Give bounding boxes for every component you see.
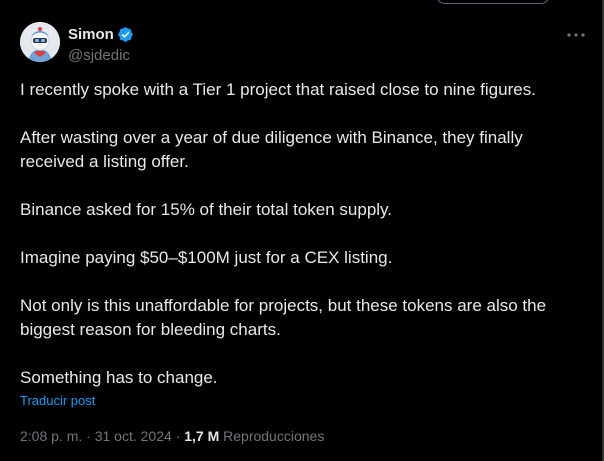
tweet: Simon @sjdedic I recently spoke with a T… [0,0,602,461]
post-date[interactable]: 31 oct. 2024 [95,428,172,444]
translate-post-link[interactable]: Traducir post [20,393,95,409]
meta-separator: · [86,428,91,444]
tweet-paragraph: Imagine paying $50–$100M just for a CEX … [20,248,393,267]
display-name[interactable]: Simon [68,25,114,44]
name-row: Simon [68,25,134,44]
meta-separator: · [175,428,181,444]
tweet-paragraph: Binance asked for 15% of their total tok… [20,200,393,219]
handle[interactable]: @sjdedic [68,46,134,65]
views-count[interactable]: 1,7 M [184,428,219,444]
tweet-paragraph: After wasting over a year of due diligen… [20,128,523,171]
avatar-illustration [20,22,60,62]
verified-badge-icon[interactable] [117,26,134,43]
tweet-meta: 2:08 p. m. · 31 oct. 2024 · 1,7 M Reprod… [20,427,324,445]
post-time[interactable]: 2:08 p. m. [20,428,82,444]
more-options-icon[interactable] [566,25,586,45]
views-label[interactable]: Reproducciones [223,428,324,444]
tweet-paragraph: Something has to change. [20,368,218,387]
tweet-paragraph: Not only is this unaffordable for projec… [20,296,547,339]
tweet-text: I recently spoke with a Tier 1 project t… [20,78,590,390]
avatar[interactable] [20,22,60,62]
tweet-paragraph: I recently spoke with a Tier 1 project t… [20,80,536,99]
author-block: Simon @sjdedic [68,25,134,65]
